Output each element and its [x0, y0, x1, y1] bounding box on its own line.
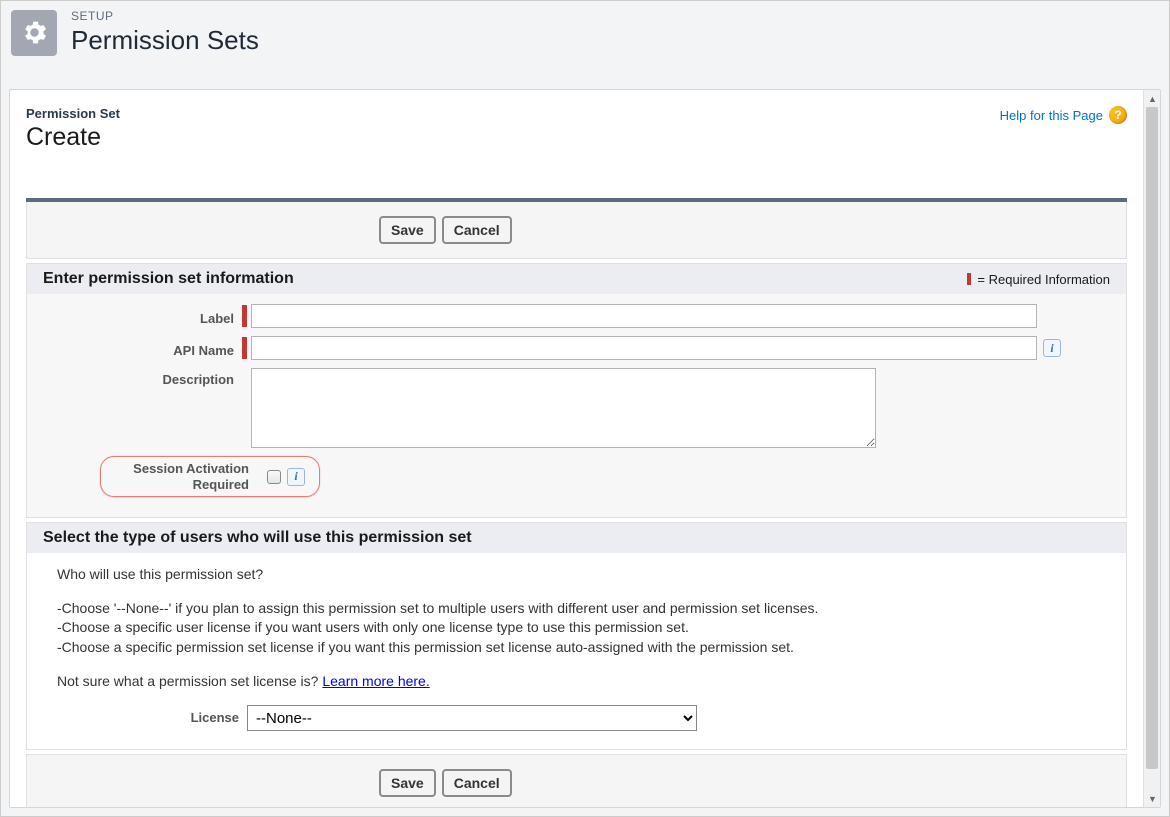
- row-session-activation: Session Activation Required i: [47, 456, 1106, 497]
- section-permission-info: Enter permission set information = Requi…: [26, 263, 1127, 518]
- section1-body: Label API Name i Description: [27, 294, 1126, 517]
- required-mark-label: [242, 305, 247, 327]
- page-head-left: Permission Set Create: [26, 106, 120, 152]
- section1-heading: Enter permission set information: [43, 270, 294, 288]
- scroll-area: Permission Set Create Help for this Page…: [10, 90, 1143, 807]
- row-description: Description: [47, 368, 1106, 448]
- section2-learn: Not sure what a permission set license i…: [57, 672, 1096, 692]
- setup-header: SETUP Permission Sets: [1, 1, 1169, 74]
- label-description: Description: [47, 368, 242, 387]
- help-link-area: Help for this Page ?: [1000, 106, 1127, 124]
- section2-choice3: -Choose a specific permission set licens…: [57, 638, 1096, 658]
- section2-header: Select the type of users who will use th…: [27, 523, 1126, 553]
- header-title: Permission Sets: [71, 25, 259, 56]
- header-kicker: SETUP: [71, 9, 259, 23]
- row-api-name: API Name i: [47, 336, 1106, 360]
- save-button[interactable]: Save: [379, 769, 436, 797]
- section2-choice2: -Choose a specific user license if you w…: [57, 618, 1096, 638]
- help-for-page-link[interactable]: Help for this Page: [1000, 108, 1103, 123]
- license-select[interactable]: --None--: [247, 705, 697, 731]
- info-icon[interactable]: i: [1043, 339, 1061, 357]
- help-question-icon[interactable]: ?: [1109, 106, 1127, 124]
- required-legend-text: = Required Information: [977, 272, 1110, 287]
- page-head: Permission Set Create Help for this Page…: [26, 106, 1127, 152]
- section1-header: Enter permission set information = Requi…: [27, 264, 1126, 294]
- section-user-type: Select the type of users who will use th…: [26, 522, 1127, 750]
- bottom-button-row: Save Cancel: [26, 754, 1127, 807]
- session-activation-checkbox[interactable]: [267, 470, 281, 484]
- api-name-input[interactable]: [251, 336, 1037, 360]
- app-frame: SETUP Permission Sets Permission Set Cre…: [0, 0, 1170, 817]
- scrollbar-down-arrow-icon[interactable]: ▼: [1144, 790, 1161, 807]
- description-input[interactable]: [251, 368, 876, 448]
- save-button[interactable]: Save: [379, 216, 436, 244]
- top-button-row: Save Cancel: [26, 202, 1127, 259]
- label-license: License: [57, 709, 247, 727]
- section2-intro: Who will use this permission set?: [57, 565, 1096, 585]
- learn-more-link[interactable]: Learn more here.: [322, 673, 429, 689]
- session-activation-highlight: Session Activation Required i: [100, 456, 320, 497]
- section2-heading: Select the type of users who will use th…: [43, 529, 472, 547]
- row-license: License --None--: [57, 705, 1096, 731]
- page-title: Create: [26, 123, 120, 152]
- setup-gear-icon: [11, 10, 57, 56]
- label-api-name: API Name: [47, 339, 242, 358]
- required-legend: = Required Information: [967, 272, 1110, 287]
- content-panel: Permission Set Create Help for this Page…: [9, 89, 1161, 808]
- learn-intro-text: Not sure what a permission set license i…: [57, 673, 322, 689]
- required-indicator-icon: [967, 273, 971, 285]
- required-mark-api: [242, 337, 247, 359]
- cancel-button[interactable]: Cancel: [442, 769, 512, 797]
- cancel-button[interactable]: Cancel: [442, 216, 512, 244]
- gear-icon: [20, 18, 49, 47]
- section2-body: Who will use this permission set? -Choos…: [27, 553, 1126, 749]
- scrollbar-up-arrow-icon[interactable]: ▲: [1144, 90, 1161, 107]
- page-kicker: Permission Set: [26, 106, 120, 121]
- info-icon[interactable]: i: [287, 468, 305, 486]
- label-input[interactable]: [251, 304, 1037, 328]
- scrollbar-thumb[interactable]: [1146, 107, 1158, 769]
- section2-choice1: -Choose '--None--' if you plan to assign…: [57, 599, 1096, 619]
- vertical-scrollbar[interactable]: ▲ ▼: [1143, 90, 1160, 807]
- header-titles: SETUP Permission Sets: [71, 9, 259, 56]
- row-label: Label: [47, 304, 1106, 328]
- label-session-activation: Session Activation Required: [107, 461, 257, 492]
- label-label: Label: [47, 307, 242, 326]
